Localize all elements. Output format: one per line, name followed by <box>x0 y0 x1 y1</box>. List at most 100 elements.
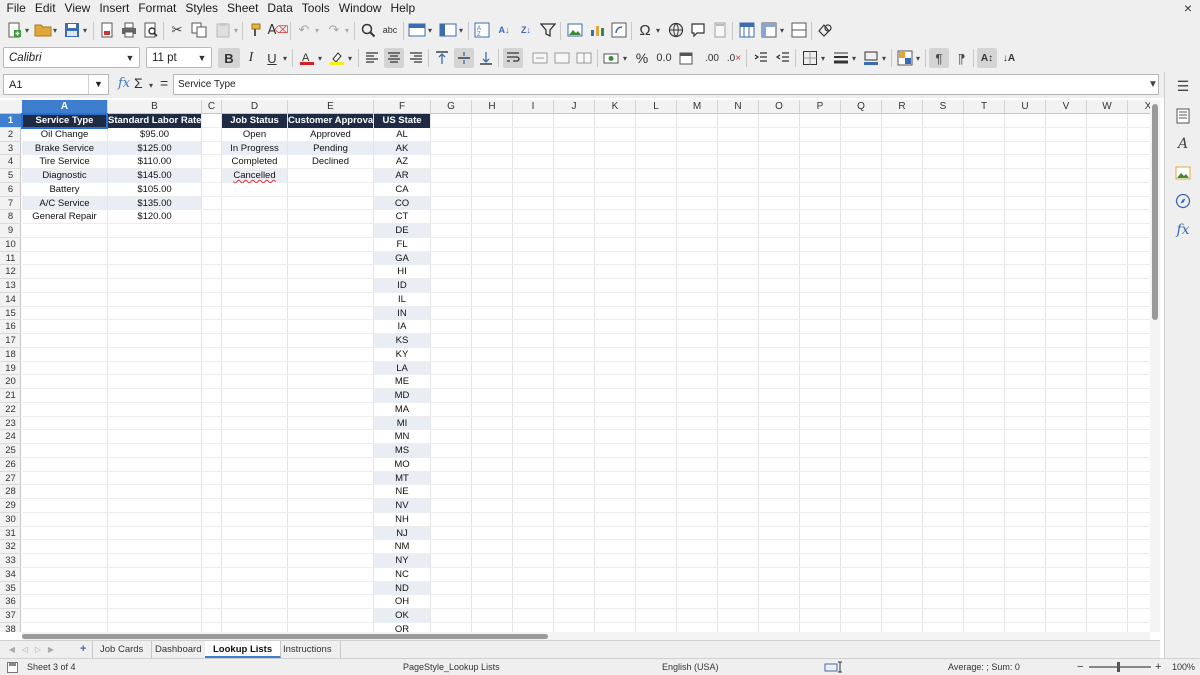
shapes-icon[interactable] <box>815 20 835 40</box>
row-header-36[interactable]: 36 <box>0 595 21 609</box>
bold-button[interactable]: B <box>218 48 240 68</box>
labor-rate-cell[interactable]: $145.00 <box>108 169 201 183</box>
us-state-cell[interactable]: MI <box>374 416 430 431</box>
row-header-6[interactable]: 6 <box>0 183 21 197</box>
row-header-3[interactable]: 3 <box>0 142 21 156</box>
menu-item-format[interactable]: Format <box>134 0 181 17</box>
us-state-cell[interactable]: GA <box>374 251 430 266</box>
sheet-position[interactable]: Sheet 3 of 4 <box>27 659 76 675</box>
row-header-13[interactable]: 13 <box>0 279 21 293</box>
clone-formatting-icon[interactable] <box>246 20 266 40</box>
row-header-37[interactable]: 37 <box>0 609 21 623</box>
delete-decimal-icon[interactable]: .0× <box>724 48 744 68</box>
service-type-cell[interactable]: A/C Service <box>22 196 107 211</box>
us-state-cell[interactable]: MO <box>374 458 430 472</box>
us-state-cell[interactable]: KY <box>374 348 430 362</box>
service-type-cell[interactable]: Diagnostic <box>22 169 107 183</box>
us-state-cell[interactable]: AK <box>374 141 430 156</box>
selection-summary[interactable]: Average: ; Sum: 0 <box>948 659 1020 675</box>
increase-indent-icon[interactable] <box>751 48 771 68</box>
column-header-i[interactable]: I <box>513 100 554 114</box>
border-color-dropdown-icon[interactable]: ▾ <box>882 54 886 63</box>
row-header-34[interactable]: 34 <box>0 568 21 582</box>
undo-dropdown-icon[interactable]: ▾ <box>315 26 319 35</box>
name-box[interactable]: A1 ▼ <box>3 74 109 95</box>
row-header-35[interactable]: 35 <box>0 582 21 596</box>
vertical-text-icon[interactable]: ↓A <box>999 48 1019 68</box>
row-header-31[interactable]: 31 <box>0 527 21 541</box>
us-state-cell[interactable]: MA <box>374 403 430 417</box>
add-sheet-button[interactable]: + <box>74 641 94 658</box>
next-sheet-icon[interactable]: ▷ <box>32 644 44 655</box>
us-state-cell[interactable]: NY <box>374 554 430 568</box>
print-icon[interactable] <box>119 20 139 40</box>
service-type-cell[interactable]: Battery <box>22 183 107 197</box>
row-header-23[interactable]: 23 <box>0 417 21 431</box>
row-header-38[interactable]: 38 <box>0 623 21 632</box>
functions-icon[interactable]: fx <box>1173 220 1193 240</box>
chevron-down-icon[interactable]: ▼ <box>193 53 211 63</box>
zoom-in-button[interactable]: + <box>1155 659 1161 675</box>
new-dropdown-icon[interactable]: ▾ <box>25 26 29 35</box>
unmerge-cells-icon[interactable] <box>574 48 594 68</box>
align-top-icon[interactable] <box>432 48 452 68</box>
service-type-cell[interactable]: Oil Change <box>22 128 107 142</box>
zoom-out-button[interactable]: − <box>1077 659 1083 675</box>
labor-rate-cell[interactable]: $110.00 <box>108 155 201 169</box>
menu-item-edit[interactable]: Edit <box>30 0 60 17</box>
chevron-down-icon[interactable]: ▼ <box>88 75 108 94</box>
autofilter-icon[interactable] <box>538 20 558 40</box>
service-type-cell[interactable]: General Repair <box>22 210 107 224</box>
highlight-color-icon[interactable] <box>327 48 347 68</box>
styles-icon[interactable]: A <box>1173 134 1193 154</box>
sheet-tab-dashboard[interactable]: Dashboard <box>147 641 211 658</box>
column-header-g[interactable]: G <box>431 100 472 114</box>
menu-item-view[interactable]: View <box>60 0 95 17</box>
row-header-33[interactable]: 33 <box>0 554 21 568</box>
paste-dropdown-icon[interactable]: ▾ <box>234 26 238 35</box>
us-state-cell[interactable]: NJ <box>374 526 430 541</box>
right-to-left-icon[interactable]: ¶ <box>951 48 971 68</box>
formula-input[interactable]: Service Type <box>173 74 1159 95</box>
align-center-icon[interactable] <box>384 48 404 68</box>
conditional-dropdown-icon[interactable]: ▾ <box>916 54 920 63</box>
find-replace-icon[interactable] <box>358 20 378 40</box>
header-cell-e[interactable]: Customer Approval <box>288 114 373 128</box>
row-header-30[interactable]: 30 <box>0 513 21 527</box>
row-header-19[interactable]: 19 <box>0 362 21 376</box>
freeze-rows-columns-icon[interactable] <box>759 20 779 40</box>
align-bottom-icon[interactable] <box>476 48 496 68</box>
properties-icon[interactable] <box>1173 106 1193 126</box>
sidebar-menu-icon[interactable]: ☰ <box>1173 76 1193 96</box>
first-sheet-icon[interactable]: ◀ <box>6 644 18 655</box>
menu-item-insert[interactable]: Insert <box>95 0 134 17</box>
us-state-cell[interactable]: ID <box>374 279 430 293</box>
font-color-dropdown-icon[interactable]: ▾ <box>318 54 322 63</box>
row-icon[interactable] <box>407 20 427 40</box>
menu-item-file[interactable]: File <box>2 0 30 17</box>
column-header-s[interactable]: S <box>923 100 964 114</box>
navigator-icon[interactable] <box>1173 191 1193 211</box>
previous-sheet-icon[interactable]: ◁ <box>19 644 31 655</box>
us-state-cell[interactable]: ND <box>374 581 430 596</box>
horizontal-text-icon[interactable]: A↕ <box>977 48 997 68</box>
font-color-icon[interactable]: A <box>297 48 317 68</box>
underline-button[interactable]: U <box>262 48 282 68</box>
borders-dropdown-icon[interactable]: ▾ <box>821 54 825 63</box>
save-icon[interactable] <box>62 20 82 40</box>
us-state-cell[interactable]: MD <box>374 389 430 403</box>
cut-icon[interactable]: ✂ <box>167 20 187 40</box>
customer-approval-cell[interactable]: Pending <box>288 141 373 156</box>
zoom-slider[interactable] <box>1089 666 1151 668</box>
row-header-11[interactable]: 11 <box>0 252 21 266</box>
row-header-5[interactable]: 5 <box>0 169 21 183</box>
us-state-cell[interactable]: FL <box>374 238 430 252</box>
highlight-dropdown-icon[interactable]: ▾ <box>348 54 352 63</box>
job-status-cell[interactable]: Open <box>222 128 287 142</box>
labor-rate-cell[interactable]: $120.00 <box>108 210 201 224</box>
align-right-icon[interactable] <box>406 48 426 68</box>
vertical-scroll-thumb[interactable] <box>1152 104 1158 320</box>
us-state-cell[interactable]: NC <box>374 568 430 582</box>
left-to-right-icon[interactable]: ¶ <box>929 48 949 68</box>
us-state-cell[interactable]: AR <box>374 169 430 183</box>
